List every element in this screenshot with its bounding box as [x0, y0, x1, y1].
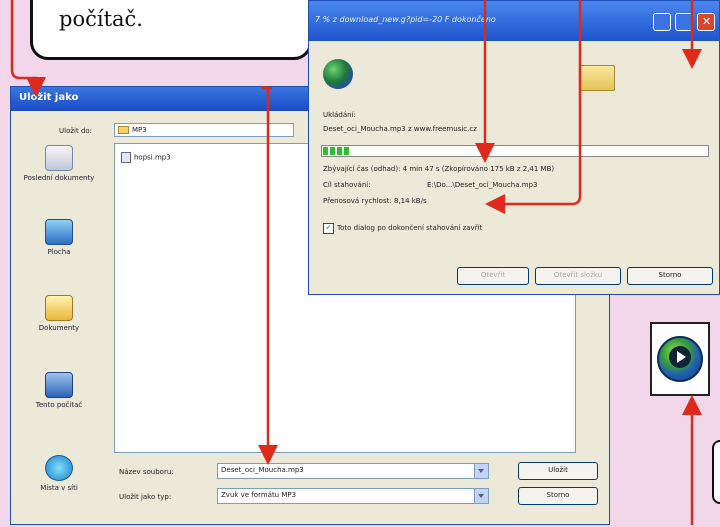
- download-dialog: 7 % z download_new.g?pid=-20 F dokončeno…: [308, 0, 720, 295]
- places-bar: Poslední dokumenty Plocha Dokumenty Tent…: [17, 127, 101, 527]
- type-select[interactable]: Zvuk ve formátu MP3: [217, 488, 489, 504]
- download-cancel-button[interactable]: Storno: [627, 267, 713, 285]
- documents-icon: [45, 295, 73, 321]
- maximize-button[interactable]: [675, 13, 693, 31]
- download-progress-bar: [321, 145, 709, 157]
- target-label: Cíl stahování:: [323, 181, 371, 189]
- close-button[interactable]: ✕: [697, 13, 715, 31]
- type-label: Uložit jako typ:: [119, 493, 172, 501]
- file-line: Deset_oci_Moucha.mp3 z www.freemusic.cz: [323, 125, 477, 133]
- callout-box: počítač.: [30, 0, 312, 60]
- filename-input[interactable]: Deset_oci_Moucha.mp3: [217, 463, 489, 479]
- callout-fragment: [712, 440, 720, 504]
- place-label: Plocha: [47, 248, 71, 256]
- transfer-rate: Přenosová rychlost: 8,14 kB/s: [323, 197, 427, 205]
- close-when-done-label: Toto dialog po dokončení stahování zavří…: [337, 224, 483, 232]
- folder-icon: [118, 126, 129, 134]
- globe-icon: [323, 59, 353, 89]
- network-icon: [45, 455, 73, 481]
- progress-fill: [323, 147, 350, 155]
- type-value: Zvuk ve formátu MP3: [221, 491, 297, 499]
- place-label: Dokumenty: [38, 324, 80, 332]
- open-button[interactable]: Otevřít: [457, 267, 529, 285]
- download-dialog-titlebar[interactable]: 7 % z download_new.g?pid=-20 F dokončeno…: [309, 1, 719, 41]
- music-file-icon: [121, 152, 131, 163]
- chevron-down-icon[interactable]: [474, 489, 488, 503]
- place-computer[interactable]: Tento počítač: [17, 372, 101, 410]
- save-in-value: MP3: [132, 126, 147, 134]
- remaining-time: Zbývající čas (odhad): 4 min 47 s (Zkopí…: [323, 165, 555, 173]
- open-folder-button[interactable]: Otevřít složku: [535, 267, 621, 285]
- place-label: Tento počítač: [35, 401, 83, 409]
- place-recent[interactable]: Poslední dokumenty: [17, 145, 101, 183]
- filename-label: Název souboru:: [119, 468, 174, 476]
- chevron-down-icon[interactable]: [474, 464, 488, 478]
- media-player-icon: [650, 322, 710, 396]
- save-dialog-title: Uložit jako: [19, 92, 79, 103]
- close-when-done-checkbox[interactable]: ✓: [323, 223, 334, 234]
- saving-label: Ukládání:: [323, 111, 356, 119]
- place-label: Místa v síti: [40, 484, 78, 492]
- close-icon: ✕: [702, 15, 712, 28]
- place-desktop[interactable]: Plocha: [17, 219, 101, 257]
- download-dialog-title: 7 % z download_new.g?pid=-20 F dokončeno: [315, 15, 496, 24]
- computer-icon: [45, 372, 73, 398]
- cancel-button[interactable]: Storno: [518, 487, 598, 505]
- filename-value: Deset_oci_Moucha.mp3: [221, 466, 304, 474]
- recent-documents-icon: [45, 145, 73, 171]
- minimize-button[interactable]: [653, 13, 671, 31]
- save-button[interactable]: Uložit: [518, 462, 598, 480]
- place-label: Poslední dokumenty: [23, 174, 95, 182]
- place-network[interactable]: Místa v síti: [17, 455, 101, 493]
- folder-icon: [579, 65, 615, 91]
- callout-text: počítač.: [59, 7, 143, 31]
- save-in-combo[interactable]: MP3: [114, 123, 294, 137]
- file-name: hopsi.mp3: [134, 153, 171, 162]
- target-value: E:\Do...\Deset_oci_Moucha.mp3: [427, 181, 538, 189]
- place-documents[interactable]: Dokumenty: [17, 295, 101, 333]
- file-item[interactable]: hopsi.mp3: [121, 152, 171, 163]
- desktop-icon: [45, 219, 73, 245]
